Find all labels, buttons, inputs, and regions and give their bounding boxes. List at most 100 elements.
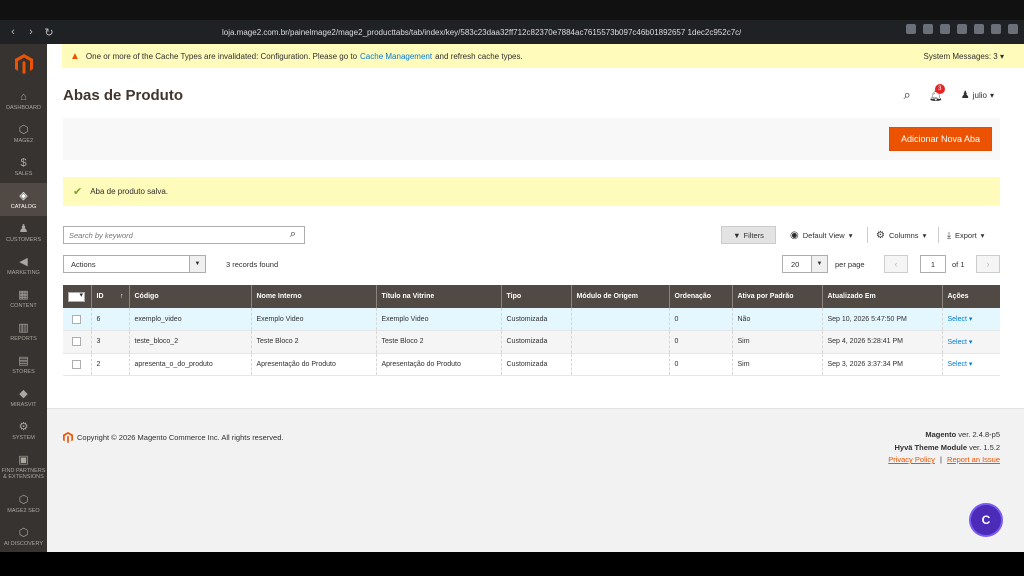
url-text: loja.mage2.com.br/painelmage2/mage2_prod… (222, 27, 742, 37)
add-tab-button[interactable]: Adicionar Nova Aba (889, 127, 992, 151)
sidebar-item-reports[interactable]: ▥ REPORTS (0, 315, 47, 348)
per-page-select[interactable]: 20 ▼ (782, 255, 828, 273)
report-issue-link[interactable]: Report an Issue (947, 455, 1000, 464)
column-header-storefront-title[interactable]: Título na Vitrine (375, 285, 501, 308)
search-icon[interactable]: ⌕ (290, 228, 296, 241)
sidebar-item-marketing[interactable]: ◀ MARKETING (0, 249, 47, 282)
sidebar-item-stores[interactable]: ▤ STORES (0, 348, 47, 381)
reload-icon[interactable]: ↻ (40, 26, 58, 39)
table-cell-type: Customizada (500, 353, 571, 376)
main-content: ▲ One or more of the Cache Types are inv… (47, 44, 1024, 552)
forward-icon[interactable]: › (22, 26, 40, 38)
filters-button[interactable]: ▼ Filters (721, 226, 776, 244)
sidebar-item-label: CATALOG (10, 203, 37, 210)
extension-icon[interactable] (906, 24, 916, 34)
column-header-internal-name[interactable]: Nome Interno (250, 285, 376, 308)
column-header-updated-at[interactable]: Atualizado Em (821, 285, 942, 308)
sidebar-item-system[interactable]: ⚙ SYSTEM (0, 414, 47, 447)
browser-url-row: ‹ › ↻ loja.mage2.com.br/painelmage2/mage… (0, 21, 1024, 43)
notifications-icon[interactable]: 🔔︎ 3 (929, 83, 945, 102)
row-checkbox[interactable] (72, 359, 82, 369)
sidebar-item-sales[interactable]: $ SALES (0, 150, 47, 183)
sidebar-item-label: MIRASVIT (10, 401, 37, 408)
extension-icon[interactable] (923, 24, 933, 34)
check-icon: ✔ (73, 186, 83, 198)
select-all-checkbox[interactable] (63, 285, 91, 308)
privacy-policy-link[interactable]: Privacy Policy (888, 455, 935, 464)
sidebar-icon: ◀ (19, 255, 28, 268)
sidebar-item-find-partners-extensions[interactable]: ▣ FIND PARTNERS & EXTENSIONS (0, 447, 47, 487)
sidebar-item-mage2-seo[interactable]: ⬡ MAGE2 SEO (0, 487, 47, 520)
sidebar-icon: ▥ (18, 321, 29, 334)
columns-dropdown[interactable]: ⚙ Columns ▾ (876, 226, 926, 244)
chevron-down-icon: ▾ (980, 230, 985, 240)
success-message: ✔ Aba de produto salva. (63, 177, 1000, 206)
extension-icon[interactable] (974, 24, 984, 34)
search-input[interactable] (69, 230, 269, 240)
page-number-input[interactable]: 1 (920, 255, 946, 273)
column-header-type[interactable]: Tipo (500, 285, 571, 308)
browser-tabstrip (0, 0, 1024, 20)
table-row[interactable]: 3 teste_bloco_2 Teste Bloco 2 Teste Bloco 2… (63, 330, 1000, 354)
export-dropdown[interactable]: ⤓ Export ▾ (947, 226, 984, 244)
sidebar-item-label: FIND PARTNERS & EXTENSIONS (1, 468, 46, 480)
magento-logo[interactable] (0, 44, 47, 84)
user-menu[interactable]: ♟ julio ▾ (961, 90, 994, 101)
row-select-action[interactable]: Select ▾ (948, 339, 973, 346)
column-header-id[interactable]: ID (90, 285, 115, 308)
column-header-order[interactable]: Ordenação (668, 285, 732, 308)
sidebar-item-mage2[interactable]: ⬡ MAGE2 (0, 117, 47, 150)
table-row[interactable]: 6 exemplo_video Exemplo Video Exemplo Video… (63, 308, 1000, 331)
browser-toolbar: ‹ › ↻ loja.mage2.com.br/painelmage2/mage… (0, 0, 1024, 44)
row-select-action[interactable]: Select ▾ (948, 316, 973, 323)
previous-page-button[interactable]: ‹ (884, 255, 908, 273)
row-checkbox[interactable] (72, 337, 82, 347)
sidebar-icon: ▤ (18, 354, 29, 367)
table-row[interactable]: 2 apresenta_o_do_produto Apresentação do P… (63, 353, 1000, 376)
system-messages-toggle[interactable]: System Messages: 3 ▾ (924, 52, 1005, 61)
sidebar-item-dashboard[interactable]: ⌂ DASHBOARD (0, 84, 47, 117)
sidebar-item-label: CONTENT (10, 302, 37, 309)
extension-icon[interactable] (957, 24, 967, 34)
cache-management-link[interactable]: Cache Management (360, 52, 432, 61)
sidebar-item-mirasvit[interactable]: ◆ MIRASVIT (0, 381, 47, 414)
next-page-button[interactable]: › (976, 255, 1000, 273)
sidebar-icon: ⚙ (18, 420, 29, 433)
chevron-down-icon: ▾ (966, 338, 973, 346)
sidebar-item-catalog[interactable]: ◈ CATALOG (0, 183, 47, 216)
sidebar-item-label: REPORTS (10, 335, 37, 342)
system-notice: ▲ One or more of the Cache Types are inv… (62, 44, 1024, 68)
sidebar-item-content[interactable]: ▦ CONTENT (0, 282, 47, 315)
sidebar-item-ai-discovery[interactable]: ⬡ AI DISCOVERY (0, 520, 47, 553)
search-icon[interactable]: ⌕ (904, 87, 911, 103)
mass-actions-select[interactable]: Actions ▼ (63, 255, 206, 273)
records-found: 3 records found (226, 260, 279, 269)
sidebar-item-customers[interactable]: ♟ CUSTOMERS (0, 216, 47, 249)
menu-icon[interactable] (1008, 24, 1018, 34)
sidebar-item-label: MARKETING (7, 269, 40, 276)
extension-icon[interactable] (940, 24, 950, 34)
row-select-action[interactable]: Select ▾ (948, 361, 973, 368)
default-view-dropdown[interactable]: ◉ Default View ▾ (790, 226, 852, 244)
sort-asc-icon[interactable]: ↑ (115, 285, 129, 308)
row-checkbox[interactable] (72, 314, 82, 324)
column-header-actions: Ações (941, 285, 1000, 308)
column-header-origin-module[interactable]: Módulo de Origem (570, 285, 669, 308)
column-header-code[interactable]: Código (128, 285, 251, 308)
header-actions: ⌕ 🔔︎ 3 ♟ julio ▾ (904, 83, 994, 103)
filter-icon: ▼ (733, 230, 741, 240)
chevron-down-icon: ▾ (989, 90, 994, 100)
select-label: Select (947, 316, 967, 323)
per-page-value: 20 (791, 259, 800, 269)
mass-select-checkbox[interactable] (68, 291, 85, 302)
chat-widget-button[interactable]: C (969, 503, 1003, 537)
sidebar-item-label: CUSTOMERS (5, 236, 42, 243)
sidebar-icon: ⌂ (20, 90, 27, 103)
address-bar[interactable]: loja.mage2.com.br/painelmage2/mage2_prod… (200, 23, 800, 41)
extension-icon[interactable] (991, 24, 1001, 34)
admin-sidebar: ⌂ DASHBOARD ⬡ MAGE2 $ SALES ◈ CATALOG ♟ CUSTOMERS… (0, 44, 47, 552)
back-icon[interactable]: ‹ (4, 26, 22, 38)
sidebar-item-label: DASHBOARD (6, 104, 41, 111)
sidebar-item-label: MAGE2 (13, 137, 34, 144)
column-header-active-default[interactable]: Ativa por Padrão (731, 285, 822, 308)
